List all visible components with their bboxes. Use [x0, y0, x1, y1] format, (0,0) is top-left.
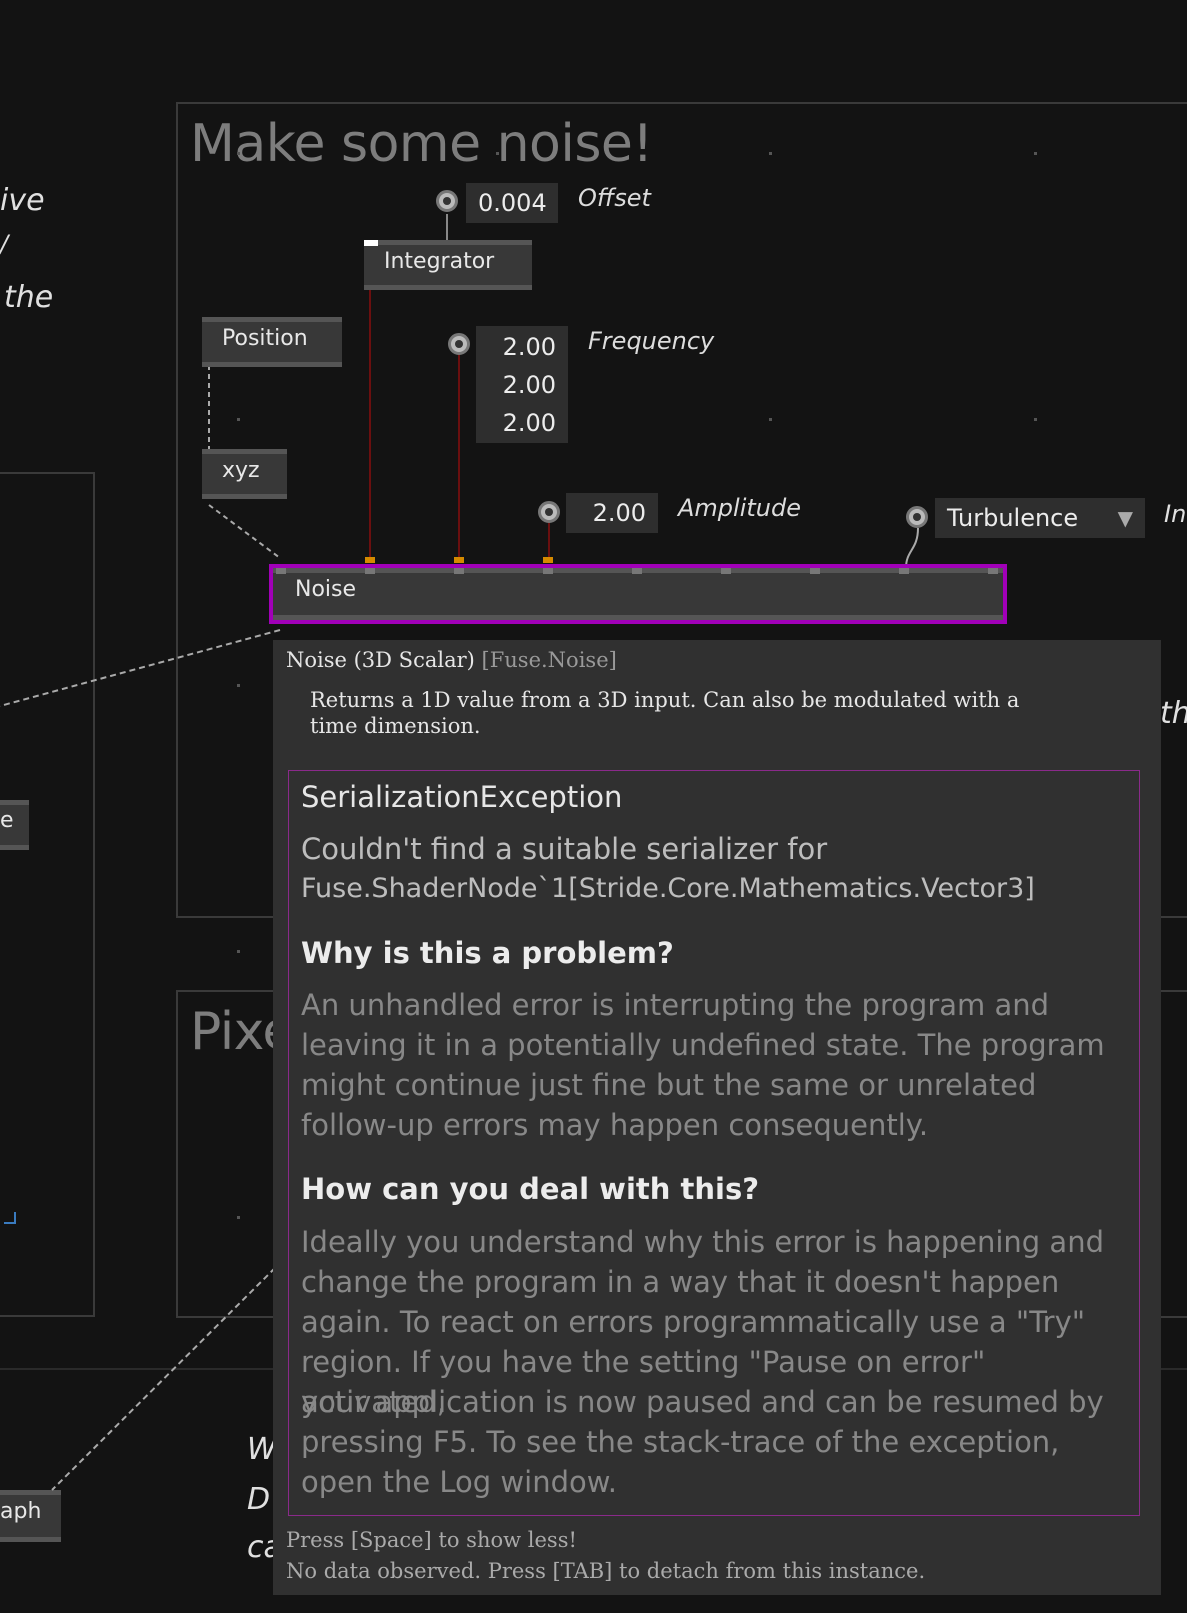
link-turbulence-noise: [905, 527, 919, 569]
noise-input-pin[interactable]: [632, 568, 642, 574]
frequency-value-x: 2.00: [502, 333, 556, 361]
tooltip-node-type: [Fuse.Noise]: [481, 648, 617, 672]
how-line: change the program in a way that it does…: [301, 1265, 1060, 1299]
noise-input-pin[interactable]: [543, 568, 553, 574]
error-message-line2: Fuse.ShaderNode`1[Stride.Core.Mathematic…: [301, 873, 1035, 904]
node-tooltip: Noise (3D Scalar) [Fuse.Noise] Returns a…: [273, 640, 1161, 1595]
amplitude-value: 2.00: [592, 499, 646, 527]
error-message-line1: Couldn't find a suitable serializer for: [301, 832, 828, 866]
tooltip-node-name: Noise (3D Scalar): [286, 648, 475, 672]
error-box: SerializationException Couldn't find a s…: [288, 770, 1140, 1516]
frequency-label: Frequency: [588, 327, 715, 355]
how-line: again. To react on errors programmatical…: [301, 1305, 1086, 1339]
link-xyz-noise: [208, 504, 281, 559]
noise-input-pin[interactable]: [899, 568, 909, 574]
position-node[interactable]: Position: [202, 317, 342, 367]
frequency-value-y: 2.00: [502, 371, 556, 399]
integrator-node[interactable]: Integrator: [364, 240, 532, 290]
how-line: Ideally you understand why this error is…: [301, 1225, 1104, 1259]
position-node-label: Position: [222, 326, 308, 351]
xyz-node[interactable]: xyz: [202, 449, 287, 499]
right-text-th: th: [1160, 696, 1187, 731]
tooltip-footer-line2: No data observed. Press [TAB] to detach …: [286, 1559, 926, 1583]
xyz-node-label: xyz: [222, 458, 260, 483]
how-line: pressing F5. To see the stack-trace of t…: [301, 1425, 1060, 1459]
tooltip-footer-line1: Press [Space] to show less!: [286, 1528, 577, 1552]
amplitude-label: Amplitude: [678, 494, 801, 522]
why-line: An unhandled error is interrupting the p…: [301, 988, 1050, 1022]
tooltip-header: Noise (3D Scalar) [Fuse.Noise]: [286, 648, 617, 672]
how-heading: How can you deal with this?: [301, 1172, 760, 1206]
tooltip-description-line2: time dimension.: [310, 714, 481, 738]
turbulence-dropdown[interactable]: Turbulence ▼: [935, 498, 1145, 538]
link-bottom-graph: [51, 1267, 276, 1491]
turbulence-connector-knob[interactable]: [906, 506, 928, 528]
noise-active-pin-marker: [454, 557, 464, 563]
offset-label: Offset: [578, 184, 651, 212]
noise-node-label: Noise: [295, 577, 357, 602]
noise-input-pin[interactable]: [810, 568, 820, 574]
integrator-pin-highlight: [364, 240, 378, 246]
how-line: your application is now paused and can b…: [301, 1385, 1104, 1419]
noise-active-pin-marker: [543, 557, 553, 563]
offset-value: 0.004: [478, 189, 547, 217]
frequency-value-z: 2.00: [502, 409, 556, 437]
offset-iobox[interactable]: 0.004: [466, 183, 558, 223]
noise-input-pin[interactable]: [988, 568, 998, 574]
noise-node[interactable]: Noise: [273, 568, 1003, 620]
frequency-iobox[interactable]: 2.00 2.00 2.00: [476, 326, 568, 443]
integrator-node-label: Integrator: [384, 249, 495, 274]
noise-input-pin[interactable]: [454, 568, 464, 574]
amplitude-iobox[interactable]: 2.00: [566, 493, 658, 533]
turbulence-value: Turbulence: [947, 504, 1079, 532]
amplitude-connector-knob[interactable]: [538, 501, 560, 523]
why-line: follow-up errors may happen consequently…: [301, 1108, 929, 1142]
link-noise-left: [0, 629, 281, 707]
how-line: open the Log window.: [301, 1465, 617, 1499]
why-line: might continue just fine but the same or…: [301, 1068, 1037, 1102]
frequency-connector-knob[interactable]: [448, 333, 470, 355]
offset-connector-knob[interactable]: [436, 190, 458, 212]
right-text-in: In: [1164, 500, 1187, 528]
noise-input-pin[interactable]: [276, 568, 286, 574]
error-title: SerializationException: [301, 780, 623, 814]
chevron-down-icon[interactable]: ▼: [1118, 498, 1133, 538]
why-line: leaving it in a potentially undefined st…: [301, 1028, 1105, 1062]
why-heading: Why is this a problem?: [301, 936, 674, 970]
tooltip-description-line1: Returns a 1D value from a 3D input. Can …: [310, 688, 1020, 712]
noise-active-pin-marker: [365, 557, 375, 563]
noise-input-pin[interactable]: [365, 568, 375, 574]
noise-input-pin[interactable]: [721, 568, 731, 574]
